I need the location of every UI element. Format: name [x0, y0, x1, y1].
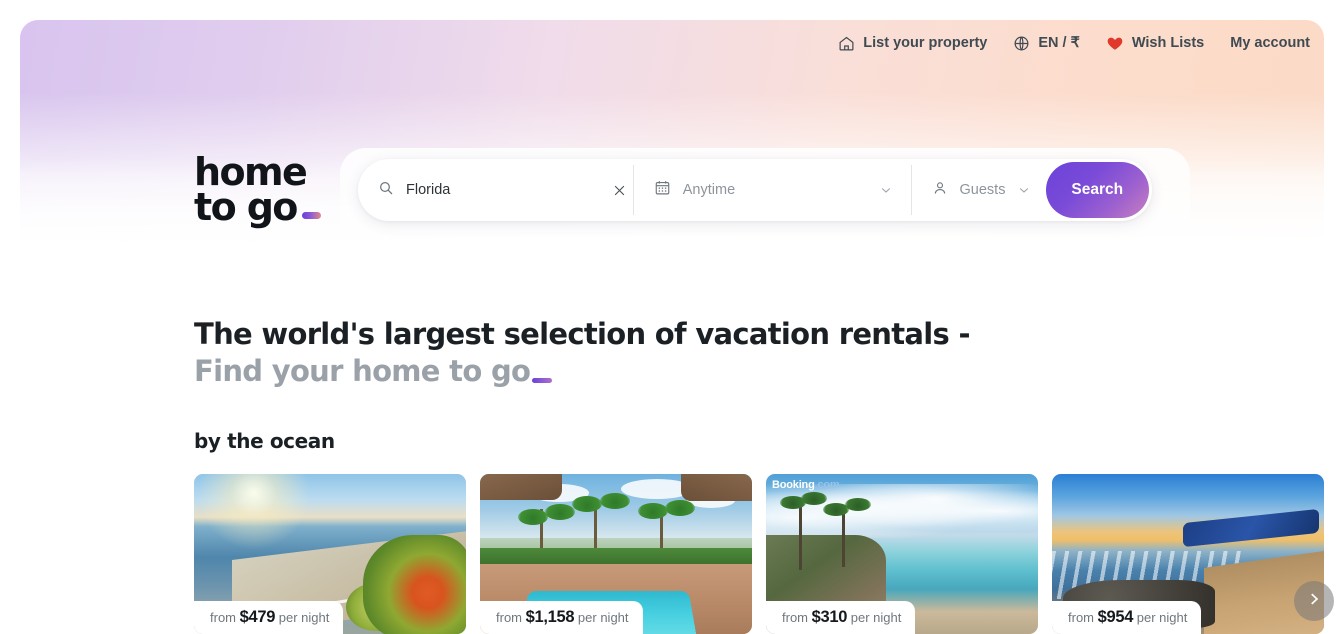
nav-label: EN / ₹: [1038, 35, 1080, 51]
page-root: List your property EN / ₹ Wish Lists My …: [0, 0, 1344, 634]
listing-card[interactable]: Booking.com from $310 per night: [766, 474, 1038, 634]
page-title: The world's largest selection of vacatio…: [194, 316, 971, 390]
price-badge: from $479 per night: [194, 601, 344, 634]
listing-carousel: from $479 per night from $1,158 per nigh…: [194, 474, 1344, 634]
listing-card-list: from $479 per night from $1,158 per nigh…: [194, 474, 1344, 634]
price-badge: from $310 per night: [766, 601, 916, 634]
nav-wish-lists[interactable]: Wish Lists: [1106, 34, 1204, 52]
chevron-down-icon[interactable]: [879, 183, 893, 197]
carousel-next-button[interactable]: [1294, 581, 1334, 621]
logo-hometogo[interactable]: home to go: [194, 153, 321, 229]
price-suffix: per night: [850, 610, 902, 625]
person-icon: [932, 180, 948, 201]
price-prefix: from: [782, 610, 808, 625]
headline-underscore-accent: [532, 378, 553, 384]
price-suffix: per night: [1136, 610, 1188, 625]
price-suffix: per night: [278, 610, 330, 625]
watermark-text: Booking: [772, 479, 815, 491]
headline-line-2: Find your home to go: [194, 353, 970, 390]
nav-my-account[interactable]: My account: [1230, 35, 1310, 51]
heart-icon: [1106, 34, 1124, 52]
destination-field[interactable]: [358, 159, 633, 221]
section-title: by the ocean: [194, 429, 335, 453]
logo-underscore-accent: [301, 211, 321, 219]
guests-label: Guests: [959, 182, 1006, 198]
date-label: Anytime: [682, 182, 736, 198]
price-amount: $1,158: [525, 608, 575, 626]
nav-language-currency[interactable]: EN / ₹: [1013, 35, 1080, 52]
logo-line-2-text: to go: [194, 184, 298, 229]
headline-line-2-text: Find your home to go: [194, 354, 531, 389]
logo-line-2: to go: [194, 184, 321, 229]
listing-card[interactable]: from $479 per night: [194, 474, 466, 634]
search-input[interactable]: [406, 182, 607, 198]
price-amount: $310: [811, 608, 848, 626]
price-badge: from $1,158 per night: [480, 601, 643, 634]
price-prefix: from: [210, 610, 236, 625]
chevron-right-icon: [1305, 590, 1323, 613]
headline-line-1: The world's largest selection of vacatio…: [194, 317, 971, 351]
guests-field[interactable]: Guests: [912, 159, 1046, 221]
chevron-down-icon[interactable]: [1017, 183, 1031, 197]
price-amount: $954: [1097, 608, 1134, 626]
listing-card[interactable]: from $1,158 per night: [480, 474, 752, 634]
price-badge: from $954 per night: [1052, 601, 1202, 634]
search-icon: [378, 180, 394, 201]
price-suffix: per night: [577, 610, 629, 625]
globe-icon: [1013, 35, 1030, 52]
house-icon: [838, 35, 855, 52]
price-prefix: from: [1068, 610, 1094, 625]
listing-card[interactable]: from $954 per night: [1052, 474, 1324, 634]
nav-label: List your property: [863, 35, 988, 51]
top-navigation: List your property EN / ₹ Wish Lists My …: [838, 34, 1310, 52]
search-bar: Anytime Guests Search: [358, 159, 1152, 221]
nav-list-your-property[interactable]: List your property: [838, 35, 987, 52]
calendar-icon: [654, 179, 671, 201]
clear-search-icon[interactable]: [607, 183, 633, 198]
image-watermark: Booking.com: [772, 479, 840, 491]
watermark-accent: .com: [814, 479, 840, 491]
nav-label: My account: [1230, 35, 1310, 51]
price-prefix: from: [496, 610, 522, 625]
price-amount: $479: [239, 608, 276, 626]
date-field[interactable]: Anytime: [634, 159, 911, 221]
search-button[interactable]: Search: [1045, 162, 1150, 218]
nav-label: Wish Lists: [1131, 35, 1205, 51]
